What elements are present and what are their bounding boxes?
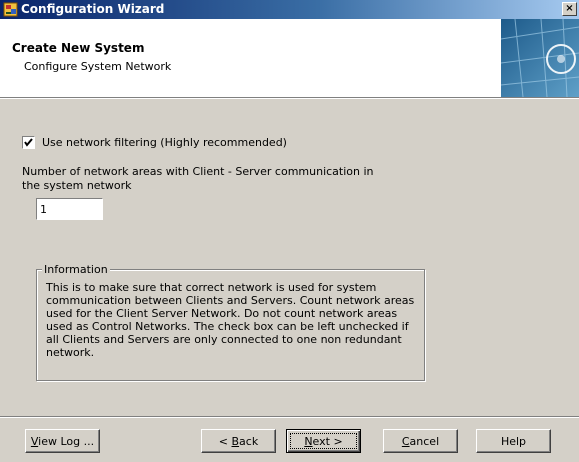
view-log-button[interactable]: View Log ... [25,429,100,453]
next-button[interactable]: Next > [286,429,361,453]
network-graphic-icon [501,19,579,97]
back-label: ack [239,434,259,448]
cancel-label: ancel [409,434,440,448]
wizard-app-icon [3,2,18,17]
focus-rect [290,433,357,449]
back-mnemonic: B [231,434,240,448]
page-subtitle: Configure System Network [24,60,172,73]
back-prefix: < [218,434,232,448]
close-icon: × [565,3,574,14]
page-title: Create New System [12,41,145,55]
checkmark-icon [24,138,33,147]
information-legend: Information [42,263,110,276]
use-filtering-checkbox[interactable] [22,136,35,149]
back-button[interactable]: < Back [201,429,276,453]
information-text: This is to make sure that correct networ… [46,281,415,359]
header-divider-highlight [0,98,579,99]
cancel-mnemonic: C [401,434,410,448]
wizard-header: Create New System Configure System Netwo… [0,19,579,97]
network-count-input[interactable] [36,198,103,220]
help-button[interactable]: Help [476,429,551,453]
window-title: Configuration Wizard [21,2,165,16]
view-log-label: iew Log ... [38,434,95,448]
cancel-button[interactable]: Cancel [383,429,458,453]
title-bar[interactable]: Configuration Wizard × [0,0,579,19]
footer-divider-highlight [0,417,579,418]
network-count-label: Number of network areas with Client - Se… [22,165,374,192]
close-button[interactable]: × [562,2,577,16]
use-filtering-label: Use network filtering (Highly recommende… [42,136,287,149]
